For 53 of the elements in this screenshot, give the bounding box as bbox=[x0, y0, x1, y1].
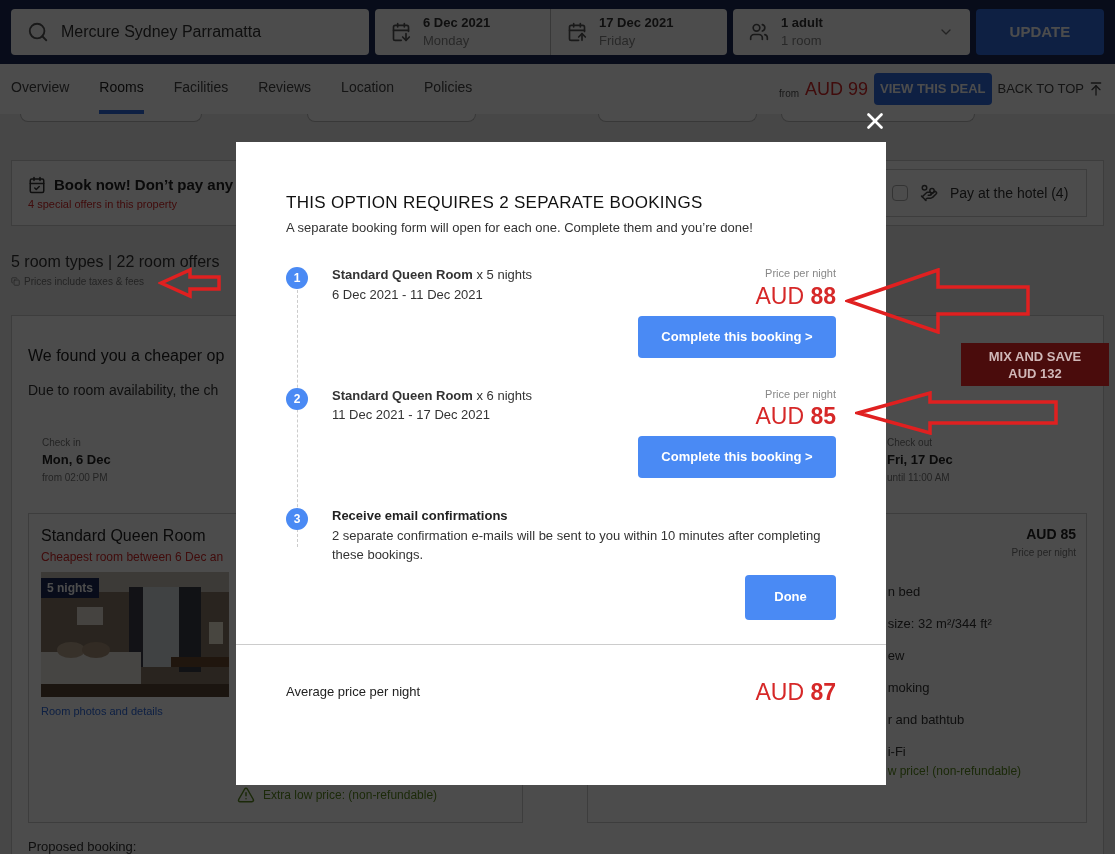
modal-subtitle: A separate booking form will open for each one. Complete them and you’re done! bbox=[286, 218, 754, 237]
average-price: AUD 87 bbox=[755, 677, 836, 707]
step-dates: 6 Dec 2021 - 11 Dec 2021 bbox=[332, 285, 484, 304]
step-room: Standard Queen Room x 6 nights bbox=[332, 386, 533, 405]
nav-tab[interactable]: Facilities bbox=[173, 64, 229, 114]
done-button[interactable]: Done bbox=[745, 574, 836, 620]
complete-booking-button[interactable]: Complete this booking > bbox=[638, 315, 836, 358]
price-label: Price per night bbox=[765, 266, 836, 281]
badge-text: AUD 132 bbox=[1008, 364, 1062, 382]
deal-note: Extra low price: (non-refundable) bbox=[263, 786, 438, 804]
check-date: Fri, 17 Dec bbox=[887, 451, 954, 469]
room-feature: i-Fi bbox=[887, 742, 906, 761]
room-subtitle: Cheapest room between 6 Dec an bbox=[41, 548, 224, 566]
step-number: 2 bbox=[286, 387, 308, 410]
step-number: 1 bbox=[286, 267, 308, 289]
promo-title: Book now! Don’t pay any bbox=[54, 174, 234, 195]
room-feature: r and bathtub bbox=[887, 710, 965, 729]
nav-tab[interactable]: Overview bbox=[11, 64, 70, 114]
complete-booking-button[interactable]: Complete this booking > bbox=[638, 436, 836, 478]
badge-text: MIX AND SAVE bbox=[988, 347, 1082, 365]
hotel-name: Mercure Sydney Parramatta bbox=[61, 22, 262, 42]
deal-price: AUD 99 bbox=[805, 77, 869, 101]
step-title: Receive email confirmations bbox=[332, 507, 509, 525]
step-room: Standard Queen Room x 5 nights bbox=[332, 266, 533, 284]
room-title: Standard Queen Room bbox=[41, 525, 206, 546]
date-text: 6 Dec 2021 bbox=[423, 14, 491, 32]
proposed-label: Proposed booking: bbox=[28, 837, 138, 854]
promo-subtitle: 4 special offers in this property bbox=[28, 197, 178, 212]
cheaper-description: Due to room availability, the ch bbox=[28, 381, 219, 400]
average-label: Average price per night bbox=[286, 683, 421, 701]
deal-note: w price! (non-refundable) bbox=[887, 762, 1022, 780]
step-text: 2 separate confirmation e-mails will be sent to you within 10 minutes after completing these bookings. bbox=[332, 526, 822, 564]
date-text: 17 Dec 2021 bbox=[599, 14, 674, 32]
room-feature: size: 32 m²/344 ft² bbox=[887, 614, 992, 633]
room-feature: ew bbox=[887, 646, 905, 665]
offer-price: AUD 85 bbox=[1026, 524, 1076, 544]
annotation-arrow bbox=[158, 267, 222, 299]
night-price: AUD 88 bbox=[755, 281, 836, 310]
adults-text: 1 adult bbox=[781, 14, 824, 32]
step-number: 3 bbox=[286, 508, 308, 530]
nav-tab[interactable]: Policies bbox=[424, 64, 473, 114]
filter-label: Pay at the hotel (4) bbox=[950, 183, 1069, 203]
check-date: Mon, 6 Dec bbox=[42, 451, 112, 469]
room-feature: moking bbox=[887, 678, 930, 697]
price-label: Price per night bbox=[765, 386, 836, 402]
step-dates: 11 Dec 2021 - 17 Dec 2021 bbox=[332, 406, 492, 424]
room-feature: n bed bbox=[887, 582, 921, 601]
night-price: AUD 85 bbox=[755, 402, 836, 430]
cheaper-title: We found you a cheaper op bbox=[28, 346, 225, 366]
nav-tab[interactable]: Reviews bbox=[258, 64, 312, 114]
nav-tab[interactable]: Location bbox=[341, 64, 395, 114]
modal-title: THIS OPTION REQUIRES 2 SEPARATE BOOKINGS bbox=[286, 192, 704, 214]
room-counts: 5 room types | 22 room offers bbox=[11, 252, 220, 272]
